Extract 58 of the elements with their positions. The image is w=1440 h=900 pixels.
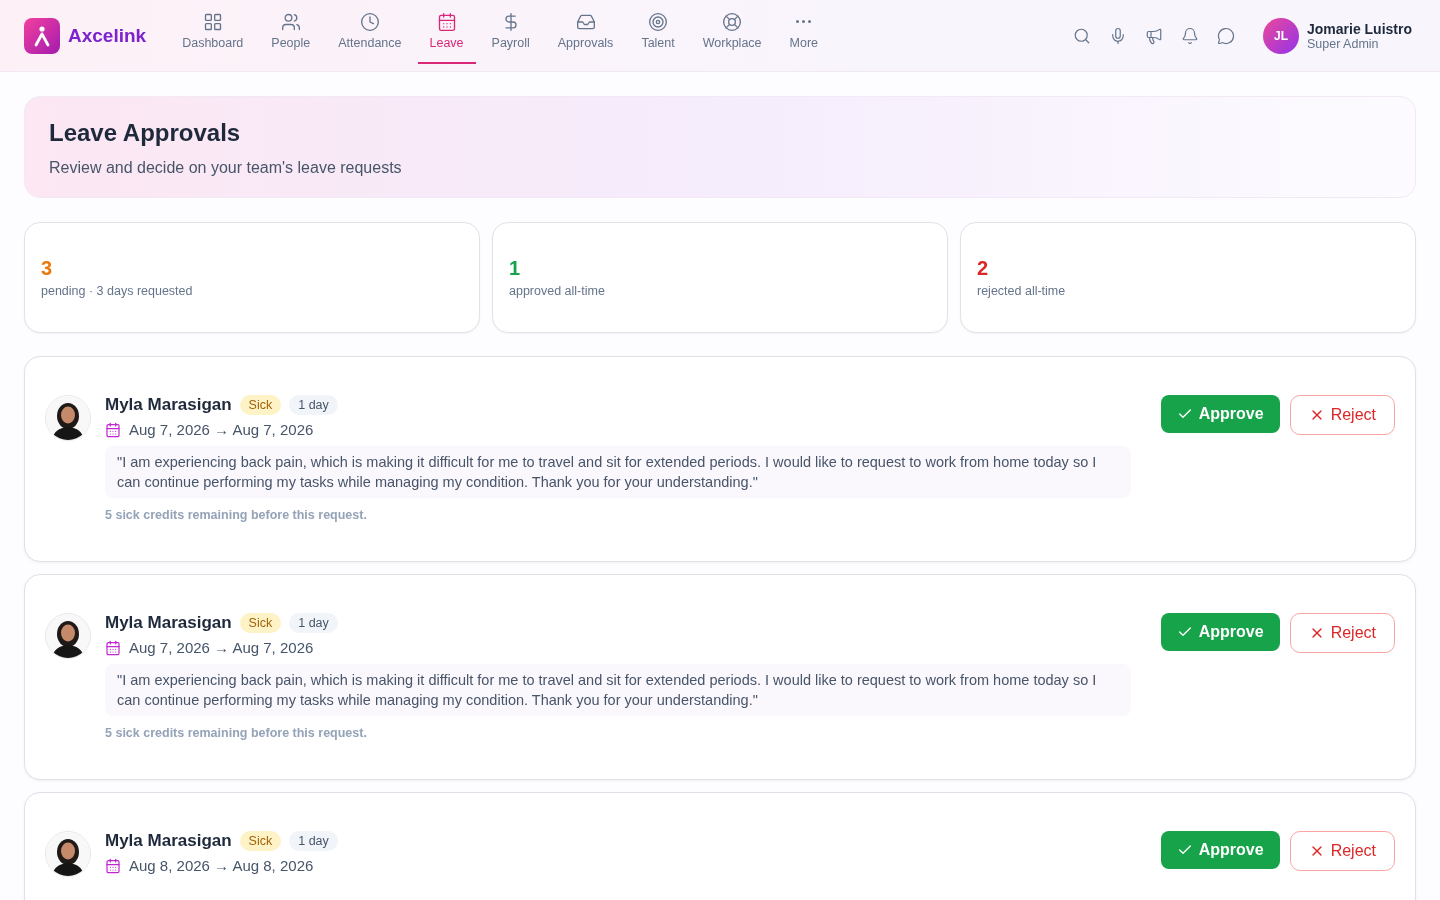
duration-badge: 1 day: [289, 613, 338, 633]
nav-tab[interactable]: Talent: [629, 0, 687, 64]
megaphone-icon[interactable]: [1144, 26, 1163, 45]
leave-type-badge: Sick: [239, 831, 282, 851]
stat-value: 1: [509, 257, 522, 280]
nav-tab[interactable]: Workplace: [690, 0, 774, 64]
employee-name: Myla Marasigan: [105, 831, 232, 851]
reject-button[interactable]: Reject: [1289, 831, 1395, 871]
stat-value: 2: [977, 257, 990, 280]
credits-note: 5 sick credits remaining before this request.: [105, 508, 368, 522]
approve-button[interactable]: Approve: [1160, 831, 1280, 869]
employee-name: Myla Marasigan: [105, 613, 232, 633]
reason-text: "I am experiencing back pain, which is making it difficult for me to travel and sit for extended periods. I would like to request to work from home today so I can continue performing my tasks while managing my condition. Thank you for your understanding.": [105, 446, 1131, 498]
more-icon: [796, 20, 812, 23]
page-title: Leave Approvals: [49, 119, 242, 147]
calendar-icon: [105, 857, 121, 874]
approve-button[interactable]: Approve: [1160, 395, 1280, 433]
date-range: Aug 7, 2026 → Aug 7, 2026: [129, 639, 314, 656]
logo-icon: [24, 17, 60, 54]
stat-label: rejected all-time: [977, 284, 1067, 298]
people-icon: [280, 11, 301, 32]
nav-tab[interactable]: Payroll: [479, 0, 542, 64]
nav-tab[interactable]: Leave: [417, 0, 476, 64]
credits-note: 5 sick credits remaining before this request.: [105, 726, 368, 740]
grid-icon: [202, 11, 223, 32]
search-icon[interactable]: [1072, 26, 1091, 45]
user-name: Jomarie Luistro: [1306, 20, 1412, 37]
user-role: Super Admin: [1306, 36, 1380, 51]
nav-tab[interactable]: Approvals: [545, 0, 626, 64]
duration-badge: 1 day: [289, 831, 338, 851]
page-subtitle: Review and decide on your team's leave requests: [49, 159, 403, 177]
duration-badge: 1 day: [289, 395, 338, 415]
bell-icon[interactable]: [1180, 26, 1199, 45]
date-range: Aug 7, 2026 → Aug 7, 2026: [129, 421, 314, 438]
brand-name: Axcelink: [68, 24, 147, 47]
leave-type-badge: Sick: [239, 613, 282, 633]
calendar-icon: [105, 639, 121, 656]
user-avatar[interactable]: JL: [1262, 17, 1299, 54]
nav-tab[interactable]: More: [777, 0, 831, 64]
calendar-icon: [105, 421, 121, 438]
reject-button[interactable]: Reject: [1289, 395, 1395, 435]
nav-tab[interactable]: People: [259, 0, 323, 64]
lifebuoy-icon: [722, 11, 743, 32]
chat-icon[interactable]: [1216, 26, 1235, 45]
stat-label: pending · 3 days requested: [41, 284, 194, 298]
leave-type-badge: Sick: [239, 395, 282, 415]
stat-value: 3: [41, 257, 54, 280]
nav-tab[interactable]: Dashboard: [170, 0, 256, 64]
reject-button[interactable]: Reject: [1289, 613, 1395, 653]
employee-name: Myla Marasigan: [105, 395, 232, 415]
clock-icon: [359, 11, 380, 32]
date-range: Aug 8, 2026 → Aug 8, 2026: [129, 857, 314, 874]
reason-text: "I am experiencing back pain, which is making it difficult for me to travel and sit for extended periods. I would like to request to work from home today so I can continue performing my tasks while managing my condition. Thank you for your understanding.": [105, 664, 1131, 716]
target-icon: [648, 11, 669, 32]
nav-tab[interactable]: Attendance: [326, 0, 414, 64]
approve-button[interactable]: Approve: [1160, 613, 1280, 651]
calendar-icon: [436, 11, 457, 32]
stat-label: approved all-time: [509, 284, 606, 298]
